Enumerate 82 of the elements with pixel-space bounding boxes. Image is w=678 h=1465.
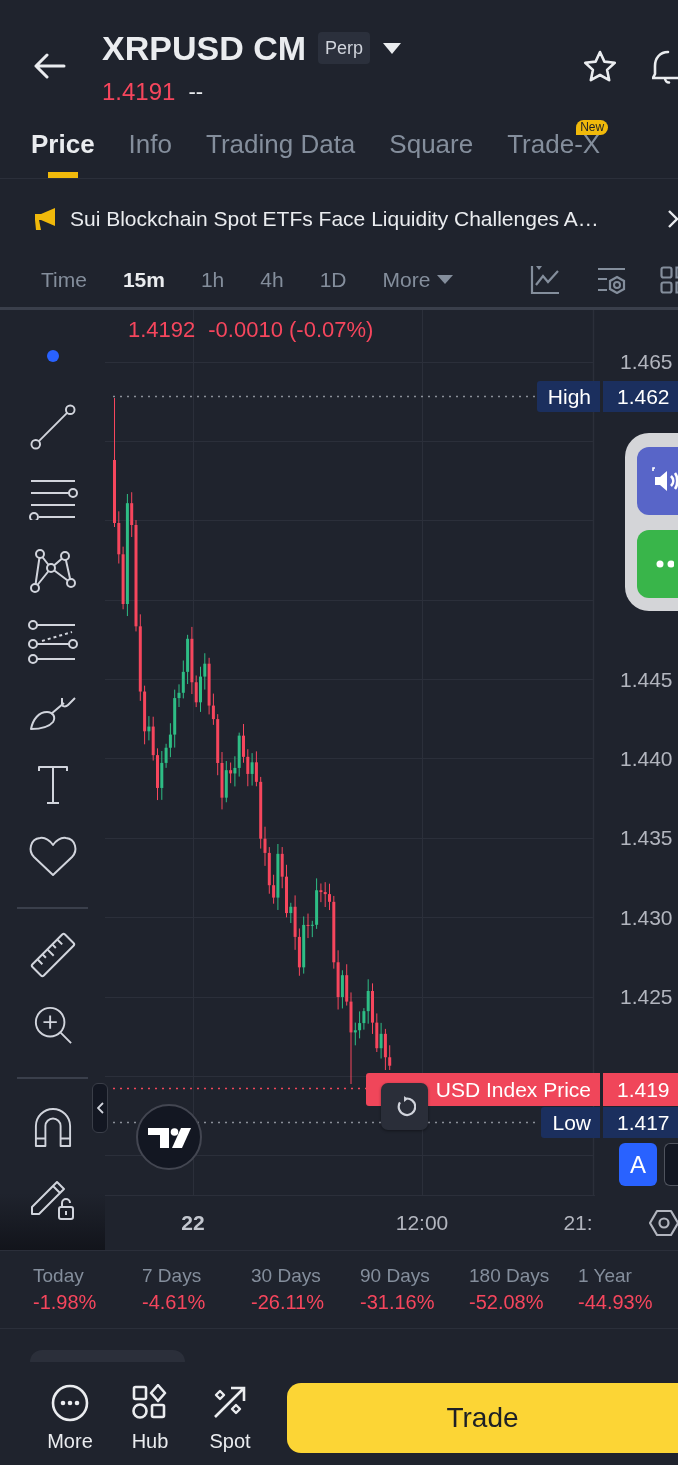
more-icon (51, 1384, 89, 1422)
time-axis-label: 22 (181, 1210, 205, 1236)
interval-tab[interactable]: 1D (319, 265, 347, 294)
trade-button[interactable]: Trade (287, 1383, 678, 1453)
caret-down-icon (437, 275, 454, 284)
chevron-right-icon[interactable] (668, 209, 678, 228)
time-axis-label: 12:00 (395, 1210, 449, 1236)
interval-tab[interactable]: 15m (122, 265, 165, 294)
auto-scale-button[interactable]: A (619, 1143, 657, 1186)
high-price-tag: High (536, 381, 600, 412)
bell-icon[interactable] (652, 48, 678, 84)
zoom-in-icon[interactable] (32, 1005, 73, 1045)
horizontal-lines-icon[interactable] (27, 477, 78, 520)
trend-line-icon[interactable] (29, 404, 76, 451)
tab[interactable]: Info (128, 120, 172, 178)
chart-logo-icon (136, 1104, 202, 1170)
megaphone-icon (35, 206, 58, 231)
price-axis-label: 1.425 (620, 984, 673, 1011)
period-change: -44.93% (578, 1290, 654, 1315)
sound-button[interactable] (637, 447, 678, 515)
new-badge: New (576, 120, 609, 135)
chevron-left-icon (96, 1102, 104, 1114)
interval-tab[interactable]: Time (41, 265, 87, 294)
reset-button[interactable] (381, 1083, 428, 1130)
magnet-icon[interactable] (33, 1108, 72, 1148)
more-button[interactable]: More (35, 1383, 105, 1453)
symbol-title: XRPUSD CM (102, 28, 307, 68)
period-label: 180 Days (469, 1264, 551, 1288)
price-value-tag: 1.419 (603, 1073, 678, 1106)
price-axis-label: 1.440 (620, 746, 673, 772)
period-change: -31.16% (360, 1290, 436, 1315)
legend-price: 1.4192 (128, 316, 196, 344)
news-headline[interactable]: Sui Blockchain Spot ETFs Face Liquidity Challenges A… (70, 206, 599, 231)
price-value-tag: 1.462 (603, 381, 678, 412)
period-change: -1.98% (33, 1290, 98, 1315)
text-tool-icon[interactable] (36, 764, 69, 805)
ruler-icon[interactable] (28, 931, 77, 979)
price-axis-label: 1.445 (620, 666, 673, 693)
price-value-tag: 1.417 (603, 1107, 678, 1138)
time-axis-label: 21: (563, 1210, 593, 1236)
dots-icon (656, 560, 674, 568)
period-label: Today (33, 1264, 85, 1288)
period-change: -26.11% (251, 1290, 325, 1315)
contract-type-badge: Perp (318, 32, 371, 64)
dots-button[interactable] (637, 530, 678, 598)
interval-tab[interactable]: More (382, 265, 454, 294)
brush-icon[interactable] (27, 695, 78, 732)
indicators-icon[interactable] (530, 264, 560, 295)
tab[interactable]: Trade-X New (507, 120, 609, 178)
hub-icon (132, 1384, 168, 1420)
pattern-icon[interactable] (28, 547, 77, 594)
period-label: 90 Days (360, 1264, 431, 1288)
star-icon[interactable] (583, 50, 617, 83)
period-change: -4.61% (142, 1290, 207, 1315)
heart-icon[interactable] (27, 835, 78, 878)
price-change: -- (188, 78, 204, 106)
chart-settings-icon[interactable] (596, 265, 627, 294)
low-price-tag: Low (541, 1107, 600, 1138)
tab[interactable]: Square (389, 120, 474, 178)
period-label: 1 Year (578, 1264, 633, 1288)
grid-icon[interactable] (660, 265, 678, 294)
tab[interactable]: Price (31, 120, 95, 178)
interval-tab[interactable]: 4h (260, 265, 284, 294)
price-axis-label: 1.435 (620, 825, 673, 852)
parallel-channel-icon[interactable] (27, 619, 78, 664)
period-change: -52.08% (469, 1290, 545, 1315)
hub-button[interactable]: Hub (115, 1383, 185, 1453)
collapse-toolbar-button[interactable] (92, 1083, 108, 1133)
tab[interactable]: Trading Data (206, 120, 356, 178)
price-axis-label: 1.465 (620, 349, 673, 375)
dot-icon[interactable] (46, 349, 59, 362)
legend-change: -0.0010 (-0.07%) (208, 316, 374, 344)
last-price: 1.4191 (102, 78, 176, 106)
interval-tab[interactable]: 1h (200, 265, 225, 294)
back-arrow-icon[interactable] (34, 53, 66, 79)
settings-icon[interactable] (649, 1209, 678, 1237)
period-label: 30 Days (251, 1264, 322, 1288)
spot-button[interactable]: Spot (195, 1383, 265, 1453)
price-axis-label: 1.430 (620, 904, 673, 931)
period-label: 7 Days (142, 1264, 203, 1288)
caret-down-icon[interactable] (383, 42, 402, 54)
spot-icon (212, 1384, 248, 1420)
